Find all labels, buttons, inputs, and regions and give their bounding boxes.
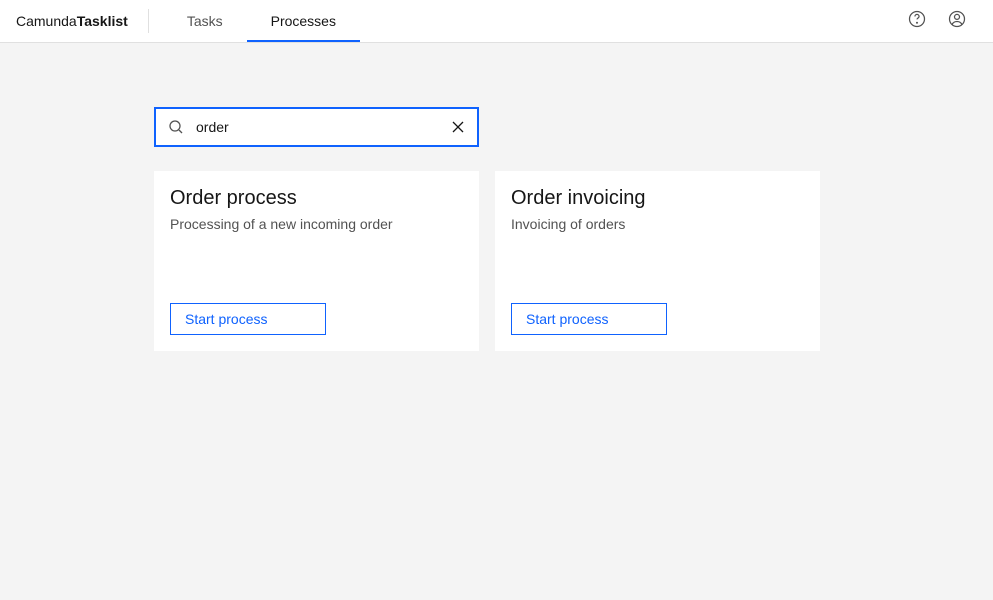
- nav: Tasks Processes: [163, 0, 360, 42]
- brand: Camunda Tasklist: [16, 9, 149, 33]
- user-icon: [947, 9, 967, 34]
- process-card: Order invoicing Invoicing of orders Star…: [495, 171, 820, 351]
- process-card-description: Processing of a new incoming order: [170, 216, 463, 303]
- nav-tasks[interactable]: Tasks: [163, 0, 247, 42]
- brand-name-bold: Tasklist: [77, 13, 128, 29]
- process-card-title: Order process: [170, 187, 463, 210]
- nav-processes[interactable]: Processes: [247, 0, 360, 42]
- search-box: [154, 107, 479, 147]
- help-icon: [907, 9, 927, 34]
- content: Order process Processing of a new incomi…: [0, 43, 993, 351]
- process-cards: Order process Processing of a new incomi…: [154, 171, 993, 351]
- nav-processes-label: Processes: [271, 13, 336, 29]
- process-card-description: Invoicing of orders: [511, 216, 804, 303]
- help-button[interactable]: [897, 1, 937, 41]
- header: Camunda Tasklist Tasks Processes: [0, 0, 993, 43]
- start-process-button[interactable]: Start process: [511, 303, 667, 335]
- nav-tasks-label: Tasks: [187, 13, 223, 29]
- start-process-button[interactable]: Start process: [170, 303, 326, 335]
- clear-search-button[interactable]: [451, 120, 465, 134]
- user-button[interactable]: [937, 1, 977, 41]
- process-card-title: Order invoicing: [511, 187, 804, 210]
- process-card: Order process Processing of a new incomi…: [154, 171, 479, 351]
- search-icon: [168, 119, 184, 135]
- search-input[interactable]: [196, 119, 451, 135]
- brand-name-light: Camunda: [16, 13, 77, 29]
